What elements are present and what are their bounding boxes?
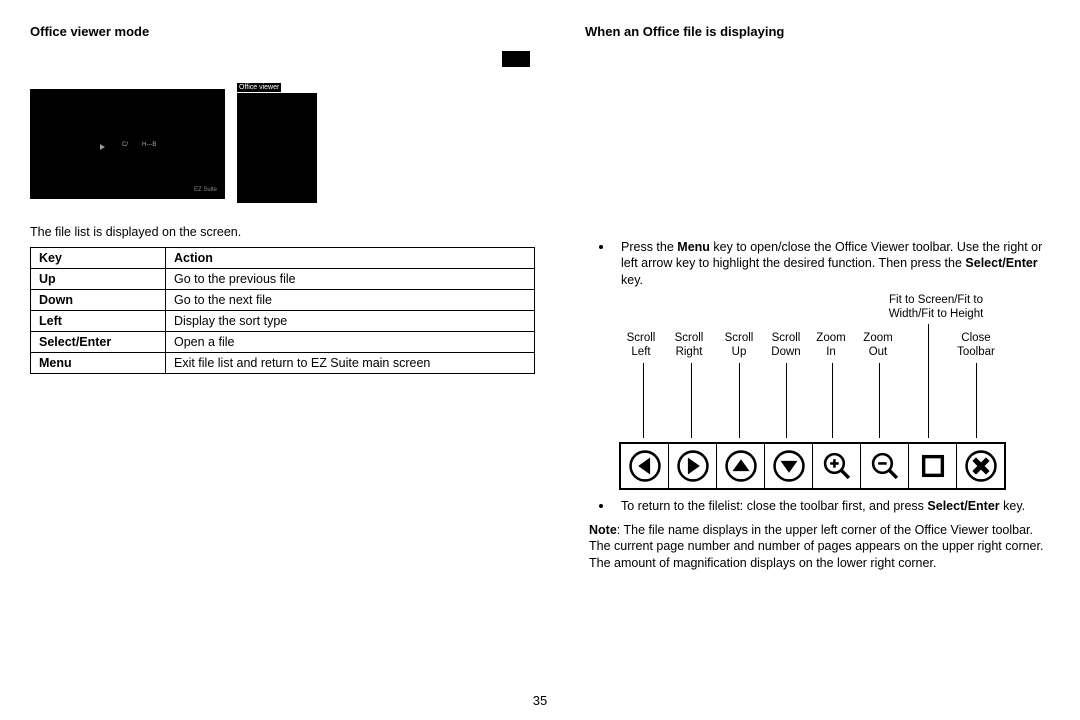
table-row: Up Go to the previous file xyxy=(31,269,535,290)
page-marker xyxy=(502,51,530,67)
connector-line xyxy=(786,363,787,438)
label-fit: Fit to Screen/Fit toWidth/Fit to Height xyxy=(876,294,996,322)
key-cell: Select/Enter xyxy=(31,332,166,353)
toolbar-fit-icon xyxy=(909,444,957,488)
key-cell: Left xyxy=(31,311,166,332)
file-list-caption: The file list is displayed on the screen… xyxy=(30,225,535,239)
left-title: Office viewer mode xyxy=(30,24,535,39)
connector-line xyxy=(739,363,740,438)
label-scroll-right: ScrollRight xyxy=(664,332,714,360)
action-cell: Go to the next file xyxy=(166,290,535,311)
toolbar-scroll-up-icon xyxy=(717,444,765,488)
note-text: Note: The file name displays in the uppe… xyxy=(589,522,1050,571)
label-zoom-out: ZoomOut xyxy=(853,332,903,360)
page-number: 35 xyxy=(0,693,1080,708)
office-viewer-toolbar xyxy=(621,444,1004,488)
key-cell: Down xyxy=(31,290,166,311)
label-scroll-down: ScrollDown xyxy=(761,332,811,360)
action-cell: Go to the previous file xyxy=(166,269,535,290)
key-action-table: Key Action Up Go to the previous file Do… xyxy=(30,247,535,374)
table-row: Menu Exit file list and return to EZ Sui… xyxy=(31,353,535,374)
connector-line xyxy=(879,363,880,438)
toolbar-scroll-down-icon xyxy=(765,444,813,488)
toolbar-close-icon xyxy=(957,444,1004,488)
right-title: When an Office file is displaying xyxy=(585,24,1050,39)
label-zoom-in: ZoomIn xyxy=(806,332,856,360)
page-content: Office viewer mode C/ H---B EZ Suite Off… xyxy=(0,0,1080,571)
right-column: When an Office file is displaying Press … xyxy=(585,24,1050,571)
office-viewer-screenshot xyxy=(237,93,317,203)
toolbar-zoom-out-icon xyxy=(861,444,909,488)
label-scroll-up: ScrollUp xyxy=(714,332,764,360)
table-row: Left Display the sort type xyxy=(31,311,535,332)
header-action: Action xyxy=(166,248,535,269)
action-cell: Open a file xyxy=(166,332,535,353)
table-header-row: Key Action xyxy=(31,248,535,269)
toolbar-scroll-left-icon xyxy=(621,444,669,488)
label-close-toolbar: CloseToolbar xyxy=(951,332,1001,360)
action-cell: Exit file list and return to EZ Suite ma… xyxy=(166,353,535,374)
bullet-dot-icon xyxy=(599,504,603,508)
key-cell: Menu xyxy=(31,353,166,374)
table-row: Down Go to the next file xyxy=(31,290,535,311)
bullet-text: To return to the filelist: close the too… xyxy=(621,498,1025,514)
bullet-dot-icon xyxy=(599,245,603,249)
header-key: Key xyxy=(31,248,166,269)
connector-line xyxy=(928,324,929,438)
thumb2-label: Office viewer xyxy=(237,83,281,92)
toolbar-zoom-in-icon xyxy=(813,444,861,488)
action-cell: Display the sort type xyxy=(166,311,535,332)
connector-line xyxy=(643,363,644,438)
thumbnail-row: C/ H---B EZ Suite Office viewer xyxy=(30,89,535,203)
label-scroll-left: ScrollLeft xyxy=(616,332,666,360)
bullet-item: To return to the filelist: close the too… xyxy=(585,498,1050,514)
key-cell: Up xyxy=(31,269,166,290)
office-viewer-screenshot-wrap: Office viewer xyxy=(237,89,317,203)
bullet-text: Press the Menu key to open/close the Off… xyxy=(621,239,1050,288)
table-row: Select/Enter Open a file xyxy=(31,332,535,353)
toolbar-diagram: Fit to Screen/Fit toWidth/Fit to Height … xyxy=(621,308,1050,488)
toolbar-scroll-right-icon xyxy=(669,444,717,488)
file-list-screenshot: C/ H---B EZ Suite xyxy=(30,89,225,199)
left-column: Office viewer mode C/ H---B EZ Suite Off… xyxy=(30,24,535,571)
connector-line xyxy=(691,363,692,438)
bullet-item: Press the Menu key to open/close the Off… xyxy=(585,239,1050,288)
connector-line xyxy=(832,363,833,438)
connector-line xyxy=(976,363,977,438)
